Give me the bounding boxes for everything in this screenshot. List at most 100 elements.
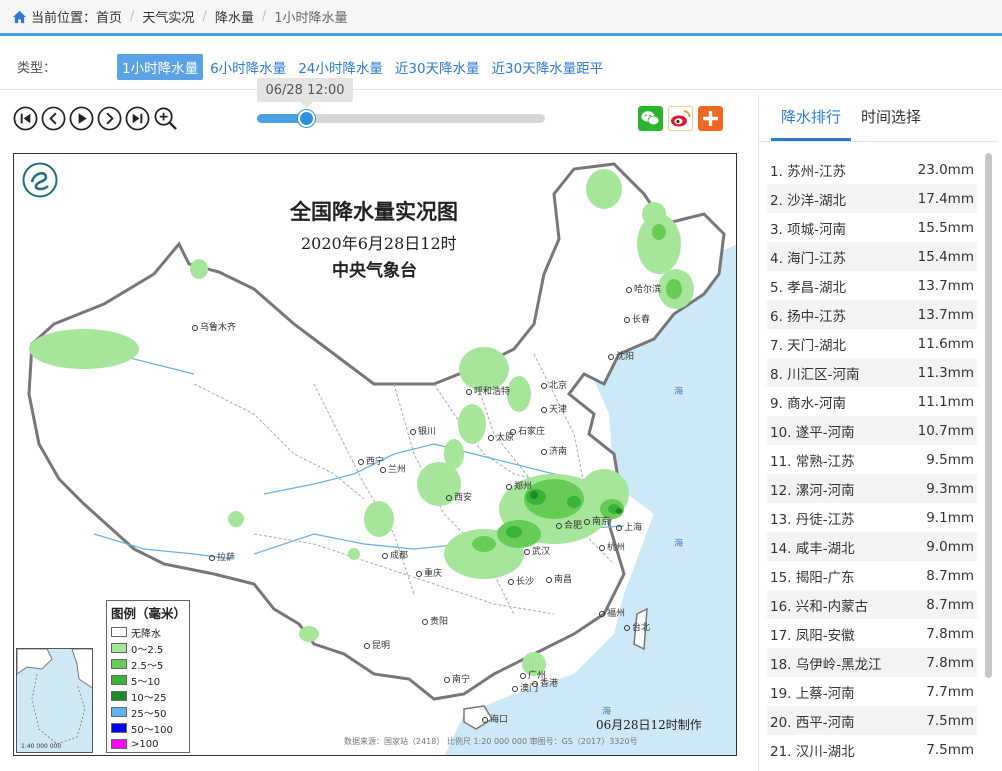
city-label: 南昌 bbox=[546, 572, 572, 585]
legend-row: 5～10 bbox=[111, 672, 185, 688]
city-label: 福州 bbox=[599, 606, 625, 619]
city-label: 澳门 bbox=[512, 681, 538, 694]
slider-handle[interactable] bbox=[297, 110, 315, 127]
ranking-row[interactable]: 16. 兴和-内蒙古 8.7mm bbox=[767, 590, 977, 619]
south-china-sea-inset: 1:40 000 000 bbox=[16, 648, 93, 753]
legend-label: 2.5～5 bbox=[131, 660, 164, 672]
cma-logo-icon bbox=[22, 162, 58, 198]
ranking-list: 1. 苏州-江苏 23.0mm 2. 沙洋-湖北 17.4mm 3. 项城-河南 15.5… bbox=[767, 155, 977, 764]
weibo-icon[interactable] bbox=[668, 106, 693, 131]
time-slider[interactable] bbox=[257, 110, 545, 127]
last-icon[interactable] bbox=[125, 106, 150, 131]
ranking-row[interactable]: 20. 西平-河南 7.5mm bbox=[767, 706, 977, 735]
city-label: 银川 bbox=[410, 424, 436, 437]
precipitation-value: 23.0mm bbox=[917, 161, 974, 178]
legend-label: 无降水 bbox=[131, 628, 161, 640]
legend-label: 10～25 bbox=[131, 692, 167, 704]
zoom-in-icon[interactable] bbox=[153, 106, 178, 131]
precipitation-value: 13.7mm bbox=[917, 306, 974, 323]
ranking-row[interactable]: 1. 苏州-江苏 23.0mm bbox=[767, 155, 977, 184]
precipitation-value: 9.1mm bbox=[926, 509, 974, 526]
ranking-row[interactable]: 10. 遂平-河南 10.7mm bbox=[767, 416, 977, 445]
station-name: 11. 常熟-江苏 bbox=[770, 453, 855, 470]
tab-ranking[interactable]: 降水排行 bbox=[771, 95, 852, 141]
ranking-row[interactable]: 2. 沙洋-湖北 17.4mm bbox=[767, 184, 977, 213]
type-label: 类型： bbox=[17, 61, 57, 76]
ranking-row[interactable]: 4. 海门-江苏 15.4mm bbox=[767, 242, 977, 271]
ranking-row[interactable]: 21. 汉川-湖北 7.5mm bbox=[767, 735, 977, 764]
ranking-scrollbar[interactable] bbox=[985, 153, 992, 678]
legend-row: 10～25 bbox=[111, 688, 185, 704]
legend-title: 图例（毫米） bbox=[111, 606, 187, 621]
city-label: 贵阳 bbox=[422, 614, 448, 627]
ranking-row[interactable]: 3. 项城-河南 15.5mm bbox=[767, 213, 977, 242]
station-name: 8. 川汇区-河南 bbox=[770, 366, 860, 383]
city-label: 海口 bbox=[482, 712, 508, 725]
city-label: 上海 bbox=[616, 520, 642, 533]
city-label: 郑州 bbox=[506, 479, 532, 492]
breadcrumb-weather[interactable]: 天气实况 bbox=[142, 7, 194, 26]
city-label: 重庆 bbox=[416, 566, 442, 579]
station-name: 10. 遂平-河南 bbox=[770, 424, 855, 441]
city-label: 昆明 bbox=[364, 638, 390, 651]
wechat-icon[interactable] bbox=[638, 106, 663, 131]
ranking-row[interactable]: 13. 丹徒-江苏 9.1mm bbox=[767, 503, 977, 532]
prev-icon[interactable] bbox=[41, 106, 66, 131]
ranking-row[interactable]: 7. 天门-湖北 11.6mm bbox=[767, 329, 977, 358]
tab-time-select[interactable]: 时间选择 bbox=[851, 95, 931, 141]
legend-row: 无降水 bbox=[111, 624, 185, 640]
tab-24h-precipitation[interactable]: 24小时降水量 bbox=[293, 54, 388, 80]
station-name: 15. 揭阳-广东 bbox=[770, 569, 855, 586]
inset-scale: 1:40 000 000 bbox=[21, 743, 62, 750]
home-icon[interactable] bbox=[12, 10, 27, 24]
legend-label: 0～2.5 bbox=[131, 644, 164, 656]
city-label: 台北 bbox=[624, 620, 650, 633]
first-icon[interactable] bbox=[13, 106, 38, 131]
ranking-row[interactable]: 6. 扬中-江苏 13.7mm bbox=[767, 300, 977, 329]
tab-30d-precipitation[interactable]: 近30天降水量 bbox=[390, 54, 485, 80]
precipitation-value: 7.7mm bbox=[926, 683, 974, 700]
legend-swatch bbox=[111, 691, 127, 701]
station-name: 2. 沙洋-湖北 bbox=[770, 192, 847, 209]
map-legend: 图例（毫米） 无降水 0～2.5 2.5～5 5～10 10～25 25～50 50～100… bbox=[106, 600, 190, 753]
data-source: 数据来源：国家站（2418） 比例尺 1:20 000 000 审图号：GS（2… bbox=[344, 737, 638, 746]
play-icon[interactable] bbox=[69, 106, 94, 131]
city-label: 北京 bbox=[541, 378, 567, 391]
breadcrumb-home[interactable]: 首页 bbox=[96, 7, 122, 26]
breadcrumb-precipitation[interactable]: 降水量 bbox=[215, 7, 254, 26]
map-date: 2020年6月28日12时 bbox=[301, 234, 457, 253]
next-icon[interactable] bbox=[97, 106, 122, 131]
more-share-icon[interactable] bbox=[698, 106, 723, 131]
legend-row: >100 bbox=[111, 736, 185, 752]
precipitation-value: 7.8mm bbox=[926, 654, 974, 671]
legend-swatch bbox=[111, 659, 127, 669]
ranking-row[interactable]: 18. 乌伊岭-黑龙江 7.8mm bbox=[767, 648, 977, 677]
precipitation-value: 13.7mm bbox=[917, 277, 974, 294]
breadcrumb-prefix: 当前位置： bbox=[31, 11, 97, 26]
made-time: 06月28日12时制作 bbox=[596, 718, 702, 732]
tab-30d-anomaly[interactable]: 近30天降水量距平 bbox=[487, 54, 609, 80]
ranking-row[interactable]: 19. 上蔡-河南 7.7mm bbox=[767, 677, 977, 706]
ranking-row[interactable]: 15. 揭阳-广东 8.7mm bbox=[767, 561, 977, 590]
breadcrumb: 当前位置： 首页 / 天气实况 / 降水量 / 1小时降水量 bbox=[0, 0, 1002, 36]
legend-swatch bbox=[111, 627, 127, 637]
legend-swatch bbox=[111, 643, 127, 653]
station-name: 3. 项城-河南 bbox=[770, 221, 847, 238]
ranking-row[interactable]: 8. 川汇区-河南 11.3mm bbox=[767, 358, 977, 387]
sea-label: 海 bbox=[674, 387, 684, 397]
city-label: 石家庄 bbox=[510, 424, 545, 437]
precipitation-value: 15.4mm bbox=[917, 248, 974, 265]
ranking-row[interactable]: 12. 漯河-河南 9.3mm bbox=[767, 474, 977, 503]
ranking-row[interactable]: 11. 常熟-江苏 9.5mm bbox=[767, 445, 977, 474]
precipitation-value: 15.5mm bbox=[917, 219, 974, 236]
ranking-row[interactable]: 14. 咸丰-湖北 9.0mm bbox=[767, 532, 977, 561]
ranking-row[interactable]: 9. 商水-河南 11.1mm bbox=[767, 387, 977, 416]
precipitation-value: 7.8mm bbox=[926, 625, 974, 642]
tab-6h-precipitation[interactable]: 6小时降水量 bbox=[205, 54, 291, 80]
panel-tabs: 降水排行 时间选择 bbox=[759, 95, 998, 142]
ranking-row[interactable]: 17. 凤阳-安徽 7.8mm bbox=[767, 619, 977, 648]
city-label: 杭州 bbox=[599, 540, 625, 553]
legend-swatch bbox=[111, 723, 127, 733]
tab-1h-precipitation[interactable]: 1小时降水量 bbox=[117, 53, 204, 80]
ranking-row[interactable]: 5. 孝昌-湖北 13.7mm bbox=[767, 271, 977, 300]
